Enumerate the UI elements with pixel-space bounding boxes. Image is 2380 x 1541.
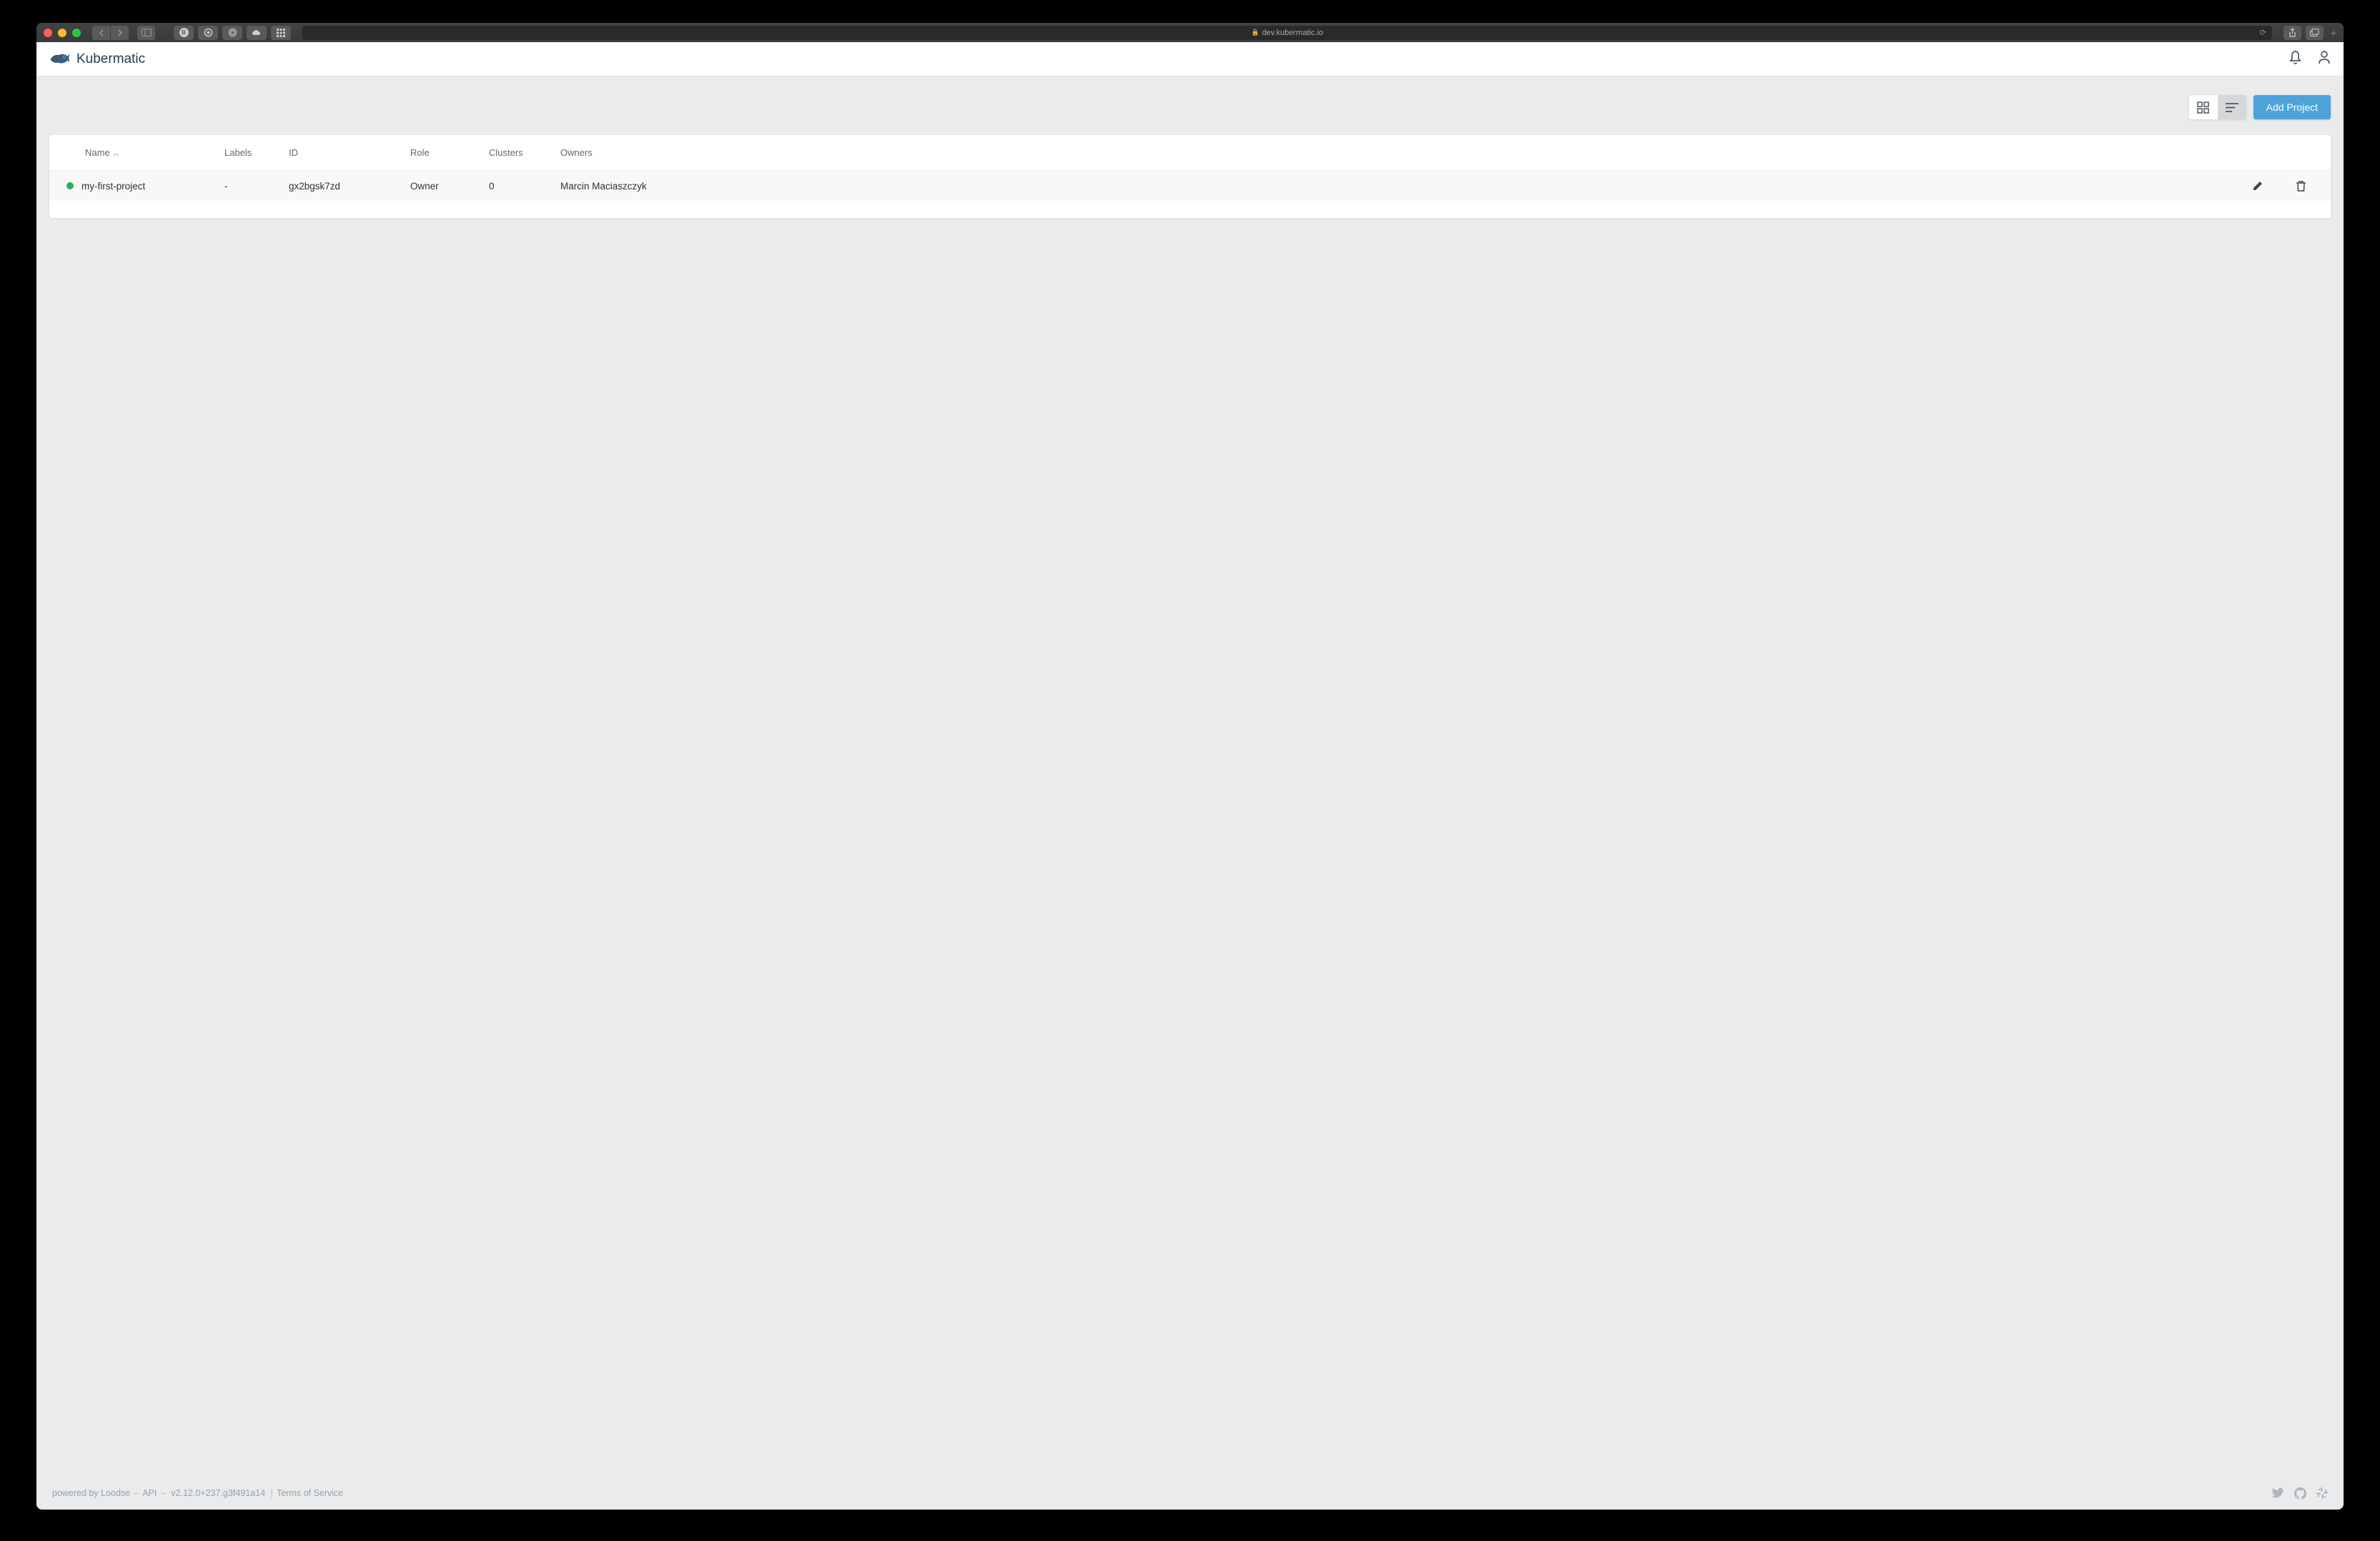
table-row[interactable]: my-first-project - gx2bgsk7zd Owner 0 Ma… (49, 171, 2331, 201)
url-bar[interactable]: 🔒 dev.kubermatic.io ⟳ (302, 26, 2272, 40)
footer-icons (2271, 1487, 2328, 1500)
new-tab-button[interactable]: + (2331, 27, 2336, 39)
twitter-icon[interactable] (2271, 1487, 2284, 1498)
column-name-label: Name (85, 147, 110, 158)
tos-link[interactable]: Terms of Service (277, 1488, 343, 1498)
labels-cell: - (224, 181, 289, 192)
window-minimize-button[interactable] (58, 29, 66, 37)
lock-icon: 🔒 (1251, 29, 1259, 36)
projects-card: Name ︿ Labels ID Role Clusters Owners my… (49, 135, 2331, 218)
ext-cloud-icon[interactable] (247, 26, 267, 40)
sidebar-toggle-button[interactable] (137, 26, 155, 40)
nav-back-forward (92, 26, 129, 40)
ext-b-icon[interactable]: B (174, 26, 194, 40)
nav-forward-button[interactable] (111, 26, 129, 40)
owners-cell: Marcin Maciaszczyk (560, 181, 2236, 192)
footer-sep: | (271, 1488, 273, 1498)
reload-icon[interactable]: ⟳ (2260, 28, 2266, 37)
notifications-icon[interactable] (2289, 50, 2302, 69)
projects-table: Name ︿ Labels ID Role Clusters Owners my… (49, 135, 2331, 218)
id-cell: gx2bgsk7zd (289, 181, 410, 192)
table-spacer (49, 201, 2331, 218)
content-area: Add Project Name ︿ Labels ID Role Cluste… (36, 76, 2344, 1510)
extension-icons: B (174, 26, 291, 40)
window-close-button[interactable] (44, 29, 52, 37)
column-name[interactable]: Name ︿ (49, 147, 224, 158)
titlebar-right: + (2284, 26, 2336, 40)
url-text: dev.kubermatic.io (1262, 29, 1323, 37)
add-project-button[interactable]: Add Project (2253, 95, 2331, 119)
status-cell (49, 182, 81, 189)
footer-sep: – (161, 1488, 166, 1498)
brand-name: Kubermatic (76, 51, 145, 67)
footer: powered by Loodse – API – v2.12.0+237.g3… (49, 1477, 2331, 1510)
traffic-lights (44, 29, 81, 37)
role-cell: Owner (410, 181, 489, 192)
user-icon[interactable] (2318, 50, 2331, 68)
app-root: Kubermatic (36, 42, 2344, 1510)
delete-button[interactable] (2279, 180, 2322, 192)
github-icon[interactable] (2294, 1487, 2306, 1500)
column-labels[interactable]: Labels (224, 147, 289, 158)
ext-grid-icon[interactable] (271, 26, 291, 40)
column-role[interactable]: Role (410, 147, 489, 158)
kubermatic-logo-icon (49, 51, 71, 68)
app-header: Kubermatic (36, 42, 2344, 76)
sort-asc-icon: ︿ (113, 148, 119, 157)
footer-left: powered by Loodse – API – v2.12.0+237.g3… (52, 1488, 343, 1498)
header-icons (2289, 50, 2331, 69)
edit-button[interactable] (2236, 180, 2279, 192)
status-dot-icon (66, 182, 74, 189)
nav-back-button[interactable] (92, 26, 110, 40)
column-clusters[interactable]: Clusters (489, 147, 560, 158)
clusters-cell: 0 (489, 181, 560, 192)
powered-by-link[interactable]: powered by Loodse (52, 1488, 130, 1498)
window-maximize-button[interactable] (72, 29, 81, 37)
browser-window: B 🔒 dev.kubermatic.io ⟳ + (36, 23, 2344, 1510)
column-owners[interactable]: Owners (560, 147, 2236, 158)
brand[interactable]: Kubermatic (49, 51, 145, 68)
share-button[interactable] (2284, 26, 2301, 40)
grid-view-button[interactable] (2189, 95, 2218, 119)
name-cell: my-first-project (81, 181, 224, 192)
version-text: v2.12.0+237.g3f491a14 (171, 1488, 265, 1498)
column-id[interactable]: ID (289, 147, 410, 158)
footer-sep: – (134, 1488, 139, 1498)
browser-titlebar: B 🔒 dev.kubermatic.io ⟳ + (36, 23, 2344, 42)
list-view-button[interactable] (2218, 95, 2246, 119)
table-header: Name ︿ Labels ID Role Clusters Owners (49, 135, 2331, 171)
ext-circle-icon[interactable] (198, 26, 218, 40)
toolbar: Add Project (49, 95, 2331, 119)
slack-icon[interactable] (2316, 1487, 2328, 1499)
view-toggle (2189, 95, 2246, 119)
ext-spiral-icon[interactable] (222, 26, 242, 40)
tabs-button[interactable] (2306, 26, 2324, 40)
api-link[interactable]: API (142, 1488, 157, 1498)
